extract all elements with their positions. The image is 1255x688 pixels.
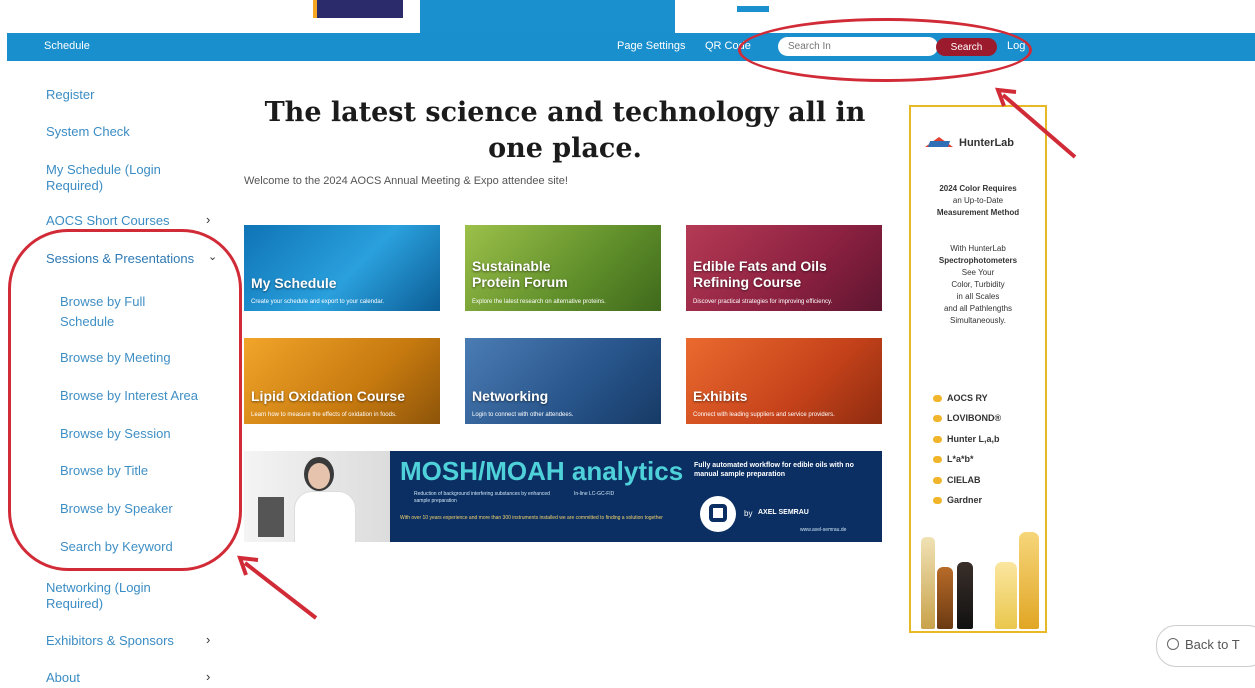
arrow-to-search xyxy=(1001,93,1077,159)
annotation-arrows xyxy=(237,87,1077,620)
arrow-to-sidebar xyxy=(243,561,318,620)
